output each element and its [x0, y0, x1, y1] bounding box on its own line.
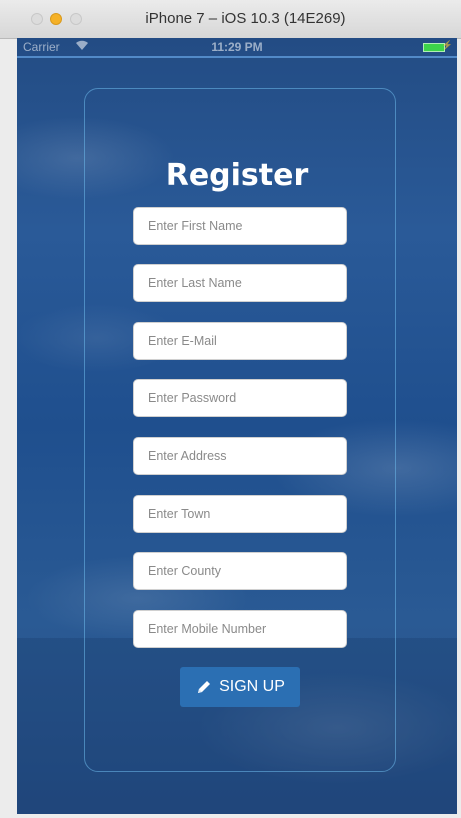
email-field[interactable]	[133, 322, 347, 360]
mobile-number-field[interactable]	[133, 610, 347, 648]
charging-icon: ⚡	[441, 40, 453, 50]
last-name-field[interactable]	[133, 264, 347, 302]
window-title: iPhone 7 – iOS 10.3 (14E269)	[145, 10, 346, 27]
page-title: Register	[165, 158, 309, 193]
password-field[interactable]	[133, 379, 347, 417]
county-field[interactable]	[133, 552, 347, 590]
address-field[interactable]	[133, 437, 347, 475]
device-screen: Carrier 11:29 PM ⚡ Register Enter First …	[17, 38, 457, 814]
status-bar: Carrier 11:29 PM ⚡	[17, 38, 457, 58]
window-titlebar: iPhone 7 – iOS 10.3 (14E269)	[0, 0, 461, 39]
pencil-icon	[195, 678, 213, 696]
simulator-window: iPhone 7 – iOS 10.3 (14E269) Carrier 11:…	[0, 0, 461, 818]
town-field[interactable]	[133, 495, 347, 533]
status-time: 11:29 PM	[211, 40, 263, 54]
sign-up-button[interactable]: SIGN UP	[180, 667, 300, 707]
first-name-field[interactable]	[133, 207, 347, 245]
sign-up-label: SIGN UP	[219, 678, 285, 695]
